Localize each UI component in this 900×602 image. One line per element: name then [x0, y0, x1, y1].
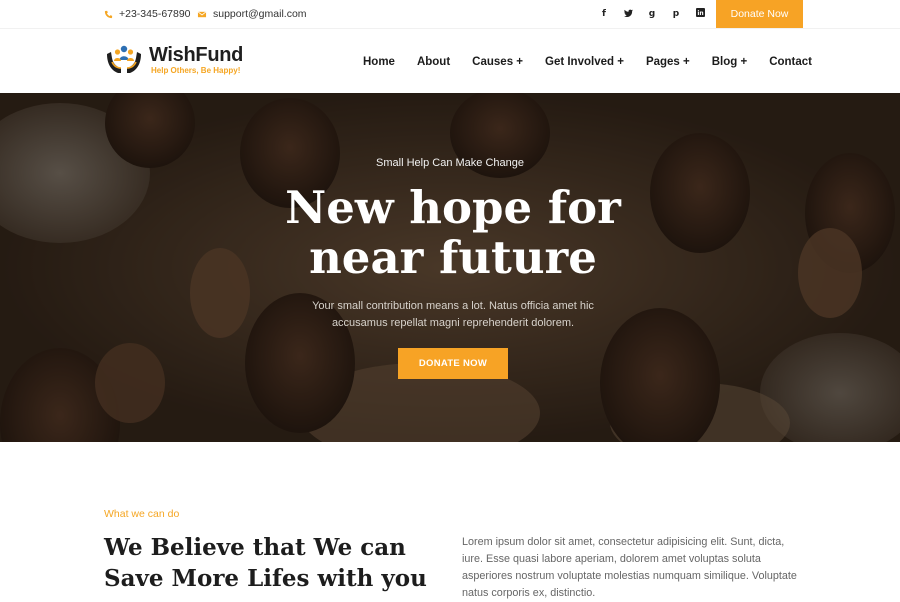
hero-content: Small Help Can Make Change New hope for … — [0, 93, 900, 442]
phone-icon — [104, 10, 113, 18]
hero-title-line-2: near future — [309, 231, 597, 284]
brand-text: WishFund Help Others, Be Happy! — [149, 44, 243, 76]
about-eyebrow: What we can do — [104, 508, 180, 520]
brand-tagline: Help Others, Be Happy! — [151, 66, 241, 75]
hero-title-line-1: New hope for — [285, 181, 621, 234]
nav-item-pages[interactable]: Pages + — [646, 56, 690, 68]
envelope-icon — [197, 10, 207, 17]
nav-item-about[interactable]: About — [417, 56, 450, 68]
twitter-icon[interactable] — [616, 9, 640, 20]
about-heading-line-1: We Believe that We can — [104, 534, 406, 561]
nav-item-causes[interactable]: Causes + — [472, 56, 523, 68]
top-donate-button[interactable]: Donate Now — [716, 0, 803, 28]
facebook-icon[interactable]: f — [592, 9, 616, 19]
top-bar: +23-345-67890 support@gmail.com f g p in… — [0, 0, 900, 28]
phone-contact[interactable]: +23-345-67890 — [104, 0, 191, 28]
main-nav: Home About Causes + Get Involved + Pages… — [363, 29, 812, 94]
pinterest-icon[interactable]: p — [664, 9, 688, 19]
about-text: Lorem ipsum dolor sit amet, consectetur … — [462, 536, 797, 599]
hero-description: Your small contribution means a lot. Nat… — [312, 300, 594, 329]
about-heading-line-2: Save More Lifes with you — [104, 565, 427, 592]
google-plus-icon[interactable]: g — [640, 9, 664, 19]
helping-hands-logo-icon — [107, 45, 141, 73]
hero-title: New hope for near future — [0, 183, 900, 283]
nav-item-home[interactable]: Home — [363, 56, 395, 68]
svg-text:in: in — [697, 10, 703, 17]
hero-banner: Small Help Can Make Change New hope for … — [0, 93, 900, 442]
hero-subtitle: Small Help Can Make Change — [376, 157, 524, 169]
brand-logo[interactable]: WishFund Help Others, Be Happy! — [104, 40, 243, 80]
nav-item-contact[interactable]: Contact — [769, 56, 812, 68]
nav-item-get-involved[interactable]: Get Involved + — [545, 56, 624, 68]
email-contact[interactable]: support@gmail.com — [197, 0, 307, 28]
nav-item-blog[interactable]: Blog + — [712, 56, 747, 68]
main-navbar: WishFund Help Others, Be Happy! Home Abo… — [0, 28, 900, 93]
about-heading: We Believe that We can Save More Lifes w… — [104, 532, 444, 594]
linkedin-icon[interactable]: in — [688, 8, 712, 20]
brand-name: WishFund — [149, 44, 244, 66]
email-address: support@gmail.com — [213, 8, 307, 20]
hero-donate-button[interactable]: DONATE NOW — [398, 348, 508, 379]
phone-number: +23-345-67890 — [119, 8, 191, 20]
social-links: f g p in — [592, 0, 712, 28]
